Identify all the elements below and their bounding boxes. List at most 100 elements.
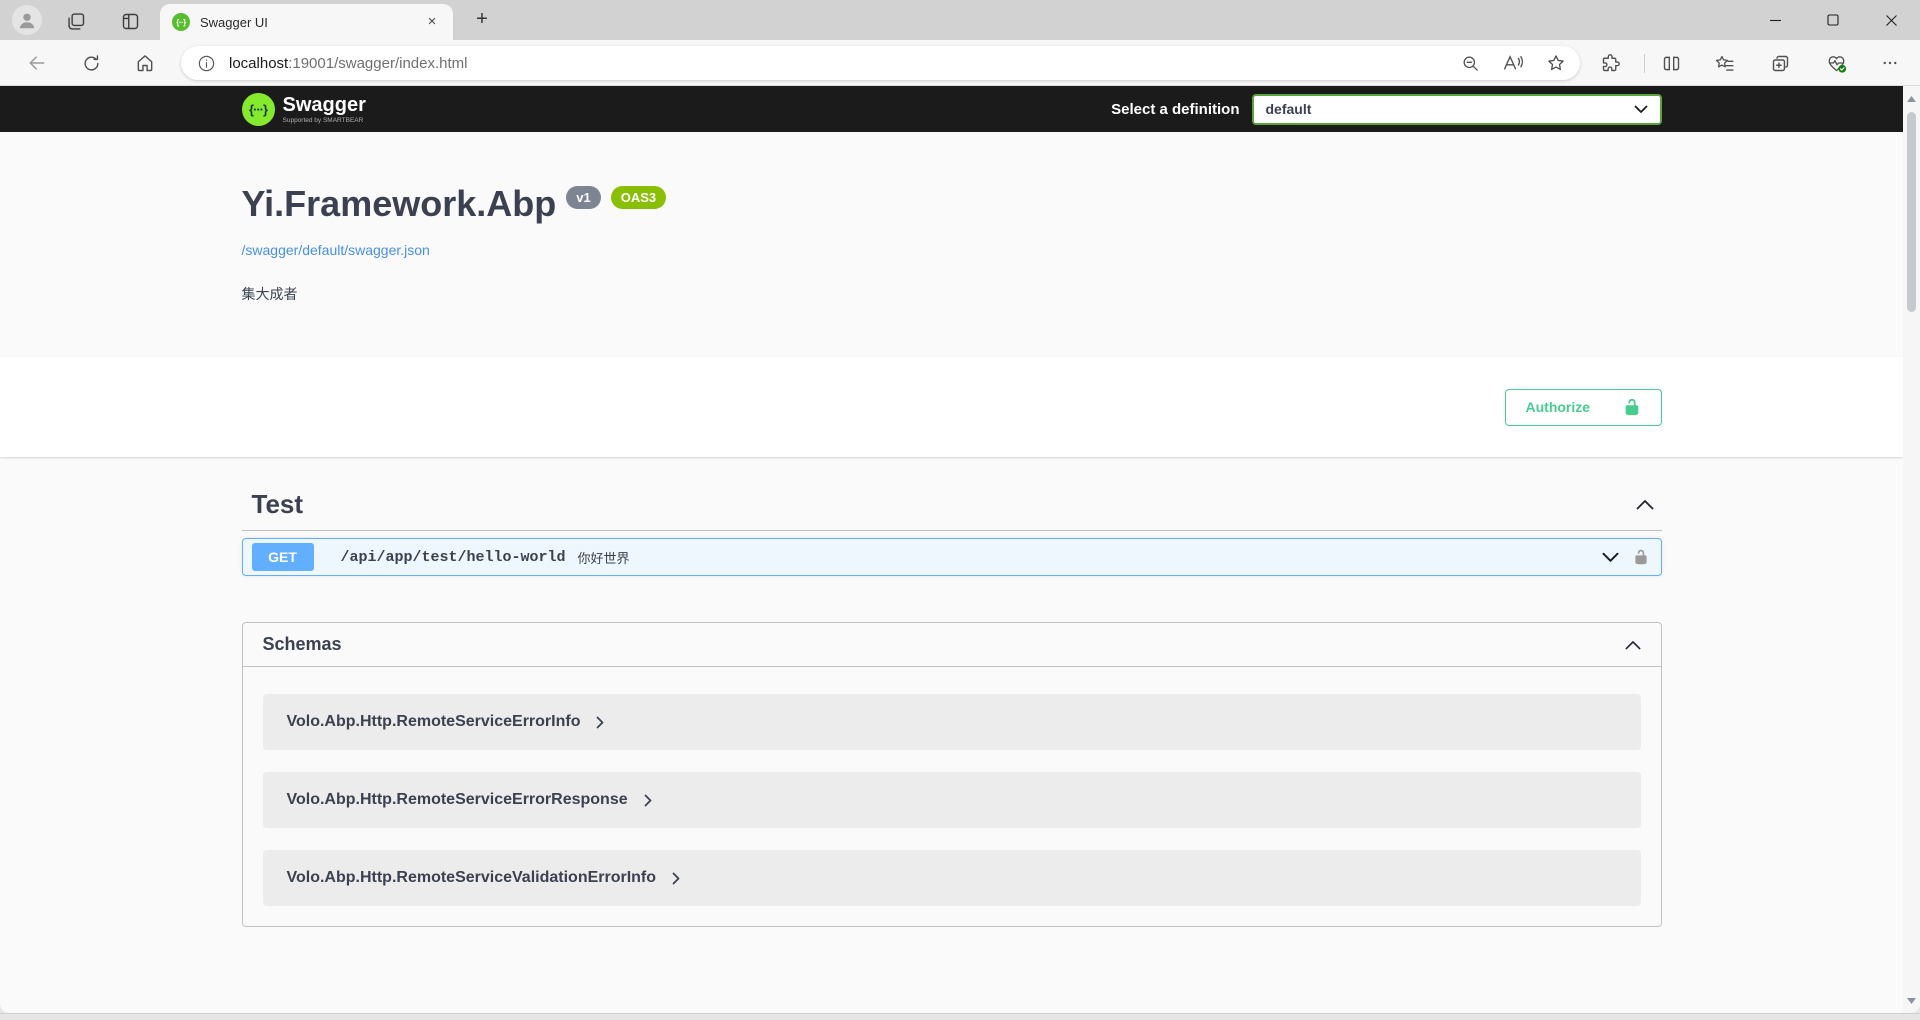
schema-row-remote-service-validation-error-info[interactable]: Volo.Abp.Http.RemoteServiceValidationErr… xyxy=(263,850,1641,906)
collections-button[interactable] xyxy=(1768,51,1792,75)
spec-json-link[interactable]: /swagger/default/swagger.json xyxy=(242,242,430,258)
browser-toolbar: localhost:19001/swagger/index.html xyxy=(0,40,1920,86)
scroll-up-icon xyxy=(1907,96,1916,102)
workspaces-button[interactable] xyxy=(64,9,88,33)
swagger-logo-icon: {···} xyxy=(242,93,275,126)
collapse-section-button[interactable] xyxy=(1636,499,1662,510)
close-window-button[interactable] xyxy=(1862,0,1920,40)
url-host: localhost xyxy=(229,55,288,72)
tab-actions-icon xyxy=(120,11,141,32)
zoom-out-icon[interactable] xyxy=(1461,54,1480,73)
page-title: Yi.Framework.Abp xyxy=(242,182,557,226)
chevron-right-icon xyxy=(596,716,604,729)
extensions-button[interactable] xyxy=(1598,51,1622,75)
split-screen-icon xyxy=(1661,53,1682,74)
new-tab-button[interactable]: + xyxy=(470,8,494,32)
schemas-title: Schemas xyxy=(263,634,342,655)
workspaces-icon xyxy=(66,11,87,32)
schemas-header[interactable]: Schemas xyxy=(243,623,1661,667)
split-screen-button[interactable] xyxy=(1659,51,1683,75)
schema-name: Volo.Abp.Http.RemoteServiceErrorResponse xyxy=(287,791,628,809)
window-controls xyxy=(1746,0,1920,40)
operation-summary: 你好世界 xyxy=(578,548,1602,567)
scheme-container: Authorize xyxy=(0,357,1903,457)
schema-row-remote-service-error-response[interactable]: Volo.Abp.Http.RemoteServiceErrorResponse xyxy=(263,772,1641,828)
collections-icon xyxy=(1770,53,1791,74)
chevron-down-icon xyxy=(1634,105,1648,114)
collapse-schemas-button[interactable] xyxy=(1625,640,1641,650)
authorize-label: Authorize xyxy=(1526,399,1591,415)
back-button[interactable] xyxy=(25,51,49,75)
tag-title: Test xyxy=(252,489,304,520)
chevron-right-icon xyxy=(672,872,680,885)
read-aloud-icon[interactable] xyxy=(1502,53,1524,73)
operation-get-hello-world[interactable]: GET /api/app/test/hello-world 你好世界 xyxy=(242,538,1662,576)
scrollbar-thumb[interactable] xyxy=(1907,112,1916,312)
method-badge: GET xyxy=(252,543,314,571)
definition-select[interactable]: default xyxy=(1252,94,1662,125)
swagger-favicon-icon: {··} xyxy=(172,13,190,31)
tab-title: Swagger UI xyxy=(200,15,423,30)
settings-menu-button[interactable] xyxy=(1878,51,1902,75)
definition-selected-value: default xyxy=(1266,101,1634,117)
definition-select-label: Select a definition xyxy=(1111,101,1239,118)
home-button[interactable] xyxy=(133,51,157,75)
site-info-icon[interactable] xyxy=(195,52,217,74)
scroll-up-button[interactable] xyxy=(1903,90,1920,107)
chevron-right-icon xyxy=(644,794,652,807)
tag-header[interactable]: Test xyxy=(242,489,1662,531)
page-viewport: {···} Swagger Supported by SMARTBEAR Sel… xyxy=(0,86,1920,1013)
expand-operation-button[interactable] xyxy=(1602,552,1619,563)
schemas-section: Schemas Volo.Abp.Http.RemoteServiceError… xyxy=(242,622,1662,927)
maximize-icon xyxy=(1827,14,1839,26)
tag-section-test: Test GET /api/app/test/hello-world 你好世界 xyxy=(242,489,1662,576)
unlocked-padlock-icon xyxy=(1623,398,1641,416)
profile-avatar[interactable] xyxy=(12,5,42,35)
home-icon xyxy=(135,53,155,73)
operation-auth-button[interactable] xyxy=(1633,549,1649,565)
extensions-icon xyxy=(1600,53,1621,74)
browser-essentials-button[interactable] xyxy=(1824,51,1848,75)
scroll-down-button[interactable] xyxy=(1903,992,1920,1009)
vertical-scrollbar[interactable] xyxy=(1903,86,1920,1013)
minimize-icon xyxy=(1769,14,1782,27)
unlocked-padlock-gray-icon xyxy=(1633,549,1649,565)
address-bar[interactable]: localhost:19001/swagger/index.html xyxy=(181,46,1580,80)
chevron-up-icon xyxy=(1625,640,1641,650)
close-icon xyxy=(1885,14,1898,27)
back-icon xyxy=(27,53,47,73)
more-icon xyxy=(1881,54,1899,72)
schema-name: Volo.Abp.Http.RemoteServiceErrorInfo xyxy=(287,713,581,731)
schema-name: Volo.Abp.Http.RemoteServiceValidationErr… xyxy=(287,869,657,887)
favorites-button[interactable] xyxy=(1713,51,1737,75)
window-bottom-edge xyxy=(0,1013,1920,1020)
refresh-button[interactable] xyxy=(79,51,103,75)
avatar-icon xyxy=(16,9,38,31)
url-rest: :19001/swagger/index.html xyxy=(288,55,467,72)
version-badge: v1 xyxy=(566,186,600,209)
swagger-logo[interactable]: {···} Swagger Supported by SMARTBEAR xyxy=(242,93,366,126)
brand-subtitle: Supported by SMARTBEAR xyxy=(283,117,366,124)
scroll-down-icon xyxy=(1907,998,1916,1004)
chevron-down-icon xyxy=(1602,552,1619,563)
refresh-icon xyxy=(82,54,101,73)
chevron-up-icon xyxy=(1636,499,1654,510)
browser-tab-strip: {··} Swagger UI × + xyxy=(0,0,1920,40)
brand-name: Swagger xyxy=(283,95,366,115)
tab-close-icon[interactable]: × xyxy=(423,13,441,31)
url-text[interactable]: localhost:19001/swagger/index.html xyxy=(229,55,1461,72)
api-info-section: Yi.Framework.Abp v1 OAS3 /swagger/defaul… xyxy=(0,132,1903,357)
operation-path: /api/app/test/hello-world xyxy=(341,549,566,566)
browser-essentials-icon xyxy=(1825,52,1848,74)
favorite-star-icon[interactable] xyxy=(1546,53,1566,73)
authorize-button[interactable]: Authorize xyxy=(1505,389,1662,426)
minimize-button[interactable] xyxy=(1746,0,1804,40)
browser-tab-swagger-ui[interactable]: {··} Swagger UI × xyxy=(160,4,453,40)
toolbar-divider xyxy=(1644,54,1645,73)
schema-row-remote-service-error-info[interactable]: Volo.Abp.Http.RemoteServiceErrorInfo xyxy=(263,694,1641,750)
maximize-button[interactable] xyxy=(1804,0,1862,40)
oas3-badge: OAS3 xyxy=(611,186,666,209)
api-description: 集大成者 xyxy=(242,284,1662,304)
favorites-bar-icon xyxy=(1714,53,1736,74)
tab-actions-button[interactable] xyxy=(118,9,142,33)
